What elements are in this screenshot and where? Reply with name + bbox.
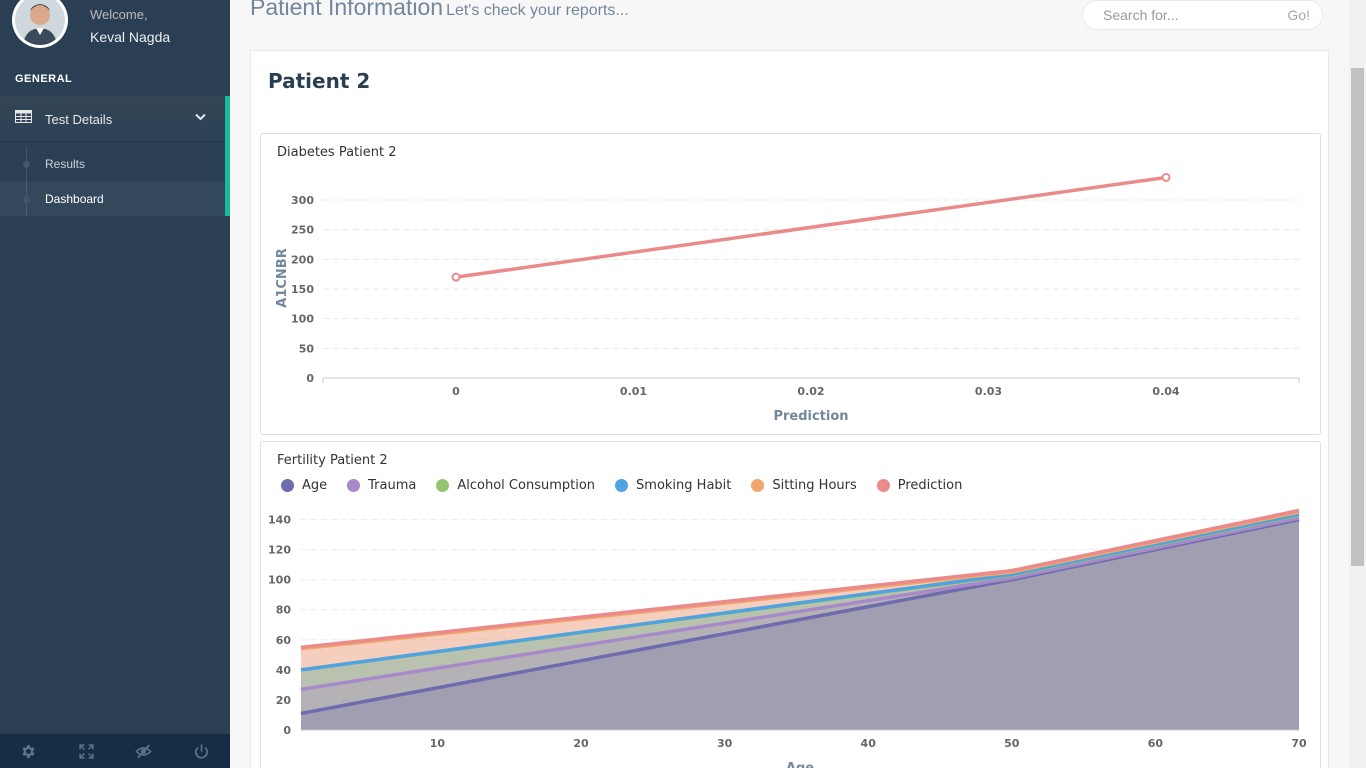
x-tick-label: 0.02	[797, 385, 824, 398]
welcome-text: Welcome,	[90, 7, 148, 22]
avatar[interactable]	[12, 0, 68, 48]
bullet-icon	[23, 161, 30, 168]
y-tick-label: 20	[276, 694, 292, 707]
page-title-text: Patient Information	[250, 0, 444, 20]
fullscreen-button[interactable]	[58, 734, 116, 768]
x-tick-label: 0.04	[1152, 385, 1179, 398]
y-tick-label: 40	[276, 664, 292, 677]
bullet-icon	[23, 196, 30, 203]
y-tick-label: 120	[268, 544, 291, 557]
username: Keval Nagda	[90, 29, 171, 45]
y-tick-label: 80	[276, 604, 292, 617]
menu-test-details-label: Test Details	[45, 112, 113, 127]
x-tick-label: 20	[573, 737, 589, 750]
sidebar-item-results[interactable]: Results	[0, 146, 225, 181]
x-tick-label: 70	[1291, 737, 1307, 750]
y-tick-label: 200	[291, 253, 314, 266]
patient-panel: Patient 2 Diabetes Patient 2 0 50 100 150 20…	[250, 50, 1329, 768]
avatar-image	[15, 0, 65, 45]
submenu-accent-bar	[225, 142, 230, 216]
series-line	[455, 175, 1167, 279]
search-bar: Go!	[1082, 0, 1323, 30]
settings-button[interactable]	[0, 734, 58, 768]
data-point	[451, 272, 461, 282]
x-tick-label: 0.03	[975, 385, 1002, 398]
y-tick-label: 60	[276, 634, 292, 647]
y-tick-label: 250	[291, 224, 314, 237]
x-tick-label: 60	[1148, 737, 1164, 750]
diabetes-chart: 0 50 100 150 200 250 300 0 0.01 0.02 0.03 0.04 Predi…	[275, 172, 1300, 424]
search-go-button[interactable]: Go!	[1287, 7, 1310, 23]
chevron-down-icon	[195, 113, 206, 121]
y-tick-label: 140	[268, 514, 291, 527]
sidebar-item-dashboard[interactable]: Dashboard	[0, 181, 225, 216]
scrollbar-thumb[interactable]	[1351, 68, 1364, 566]
table-icon	[15, 110, 32, 123]
fertility-chart: 0 20 40 60 80 100 120 140 10 20 30 40 50 60 70 Age	[268, 508, 1307, 768]
page-subtitle: Let's check your reports...	[446, 2, 629, 19]
logout-button[interactable]	[173, 734, 231, 768]
x-axis-title: Prediction	[773, 409, 848, 424]
profile: Welcome, Keval Nagda	[0, 0, 230, 60]
menu-test-details[interactable]: Test Details	[0, 96, 230, 142]
lock-screen-button[interactable]	[115, 734, 173, 768]
sidebar: Welcome, Keval Nagda GENERAL Test Detail…	[0, 0, 230, 768]
fullscreen-icon	[79, 743, 94, 759]
panel-title: Patient 2	[268, 69, 371, 93]
y-tick-label: 300	[291, 194, 314, 207]
x-tick-label: 30	[717, 737, 733, 750]
gear-icon	[22, 744, 35, 758]
y-tick-label: 0	[283, 724, 291, 737]
x-tick-label: 0.01	[620, 385, 647, 398]
sidebar-item-label: Results	[45, 157, 86, 171]
y-tick-label: 50	[299, 342, 315, 355]
page-scrollbar[interactable]	[1349, 0, 1366, 768]
sidebar-item-label: Dashboard	[45, 192, 104, 206]
sidebar-footer	[0, 734, 230, 768]
y-tick-label: 150	[291, 283, 314, 296]
power-icon	[194, 743, 208, 758]
fertility-chart-card: Fertility Patient 2 Age Trauma Alcohol Con…	[260, 441, 1321, 768]
x-axis-title: Age	[786, 761, 814, 768]
search-input[interactable]	[1083, 1, 1273, 29]
y-axis-title: A1CNBR	[275, 248, 290, 307]
page-title: Patient Information Let's check your repo…	[250, 0, 629, 21]
diabetes-chart-card: Diabetes Patient 2 0 50 100 150 200 250 300 0 0.…	[260, 133, 1321, 435]
y-tick-label: 100	[291, 313, 314, 326]
x-tick-label: 10	[430, 737, 446, 750]
data-point	[1161, 172, 1171, 182]
x-tick-label: 50	[1004, 737, 1020, 750]
y-tick-label: 0	[306, 372, 314, 385]
y-tick-label: 100	[268, 574, 291, 587]
x-tick-label: 0	[452, 385, 460, 398]
eye-slash-icon	[135, 744, 152, 758]
x-tick-label: 40	[861, 737, 877, 750]
submenu: Results Dashboard	[0, 142, 230, 216]
section-title: GENERAL	[15, 73, 73, 85]
